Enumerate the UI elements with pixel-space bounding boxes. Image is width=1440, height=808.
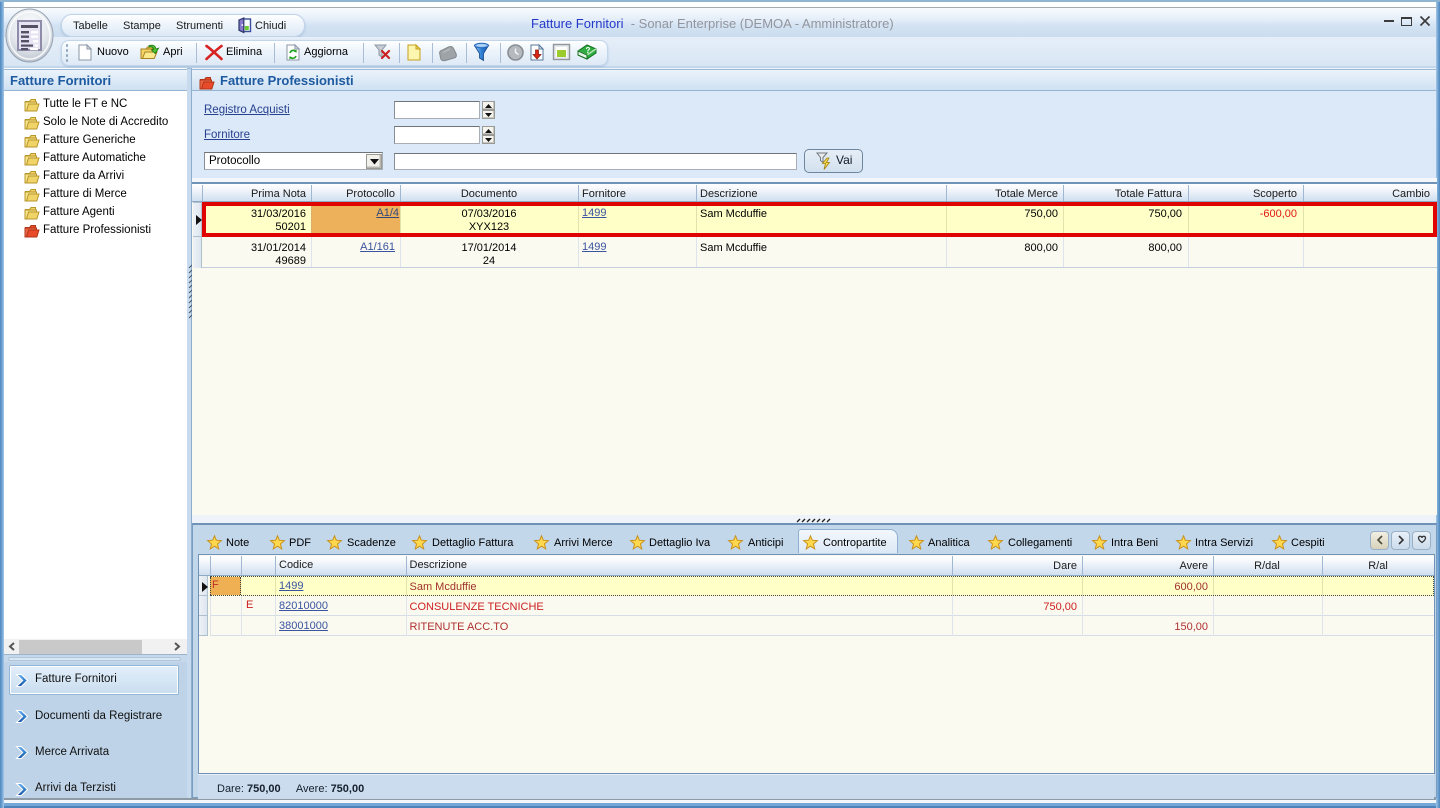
- svg-text:?: ?: [586, 46, 591, 55]
